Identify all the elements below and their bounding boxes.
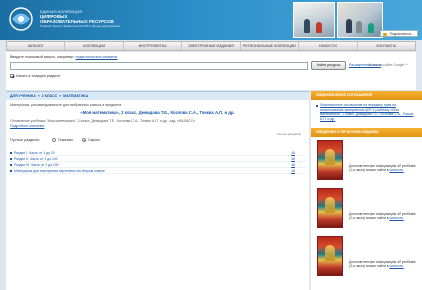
subscribe-label: Подписаться...: [389, 32, 414, 36]
book-item: Дополнительную информацию об учебнике (3…: [311, 233, 422, 281]
catalog-link[interactable]: каталоге.: [389, 168, 403, 172]
sections-header: Пустые разделы: Показать Скрыть Кол-во р…: [10, 132, 305, 149]
book-info: Дополнительную информацию об учебнике (3…: [349, 260, 419, 268]
nav-e-publications[interactable]: ЭЛЕКТРОННЫЕ ИЗДАНИЯ: [182, 42, 241, 50]
book-info-text: Дополнительную информацию об учебнике (1…: [349, 164, 416, 173]
collection-label: ЕДИНАЯ КОЛЛЕКЦИЯ: [40, 9, 83, 14]
site-logo[interactable]: [6, 6, 36, 32]
search-panel: Введите поисковый запрос, например: педа…: [6, 52, 416, 90]
section-count[interactable]: 16: [291, 168, 295, 174]
rss-icon: [383, 32, 388, 36]
book-info-text: Дополнительную информацию об учебнике (2…: [349, 212, 416, 221]
nav-regional-collections[interactable]: РЕГИОНАЛЬНЫЕ КОЛЛЕКЦИИ: [241, 42, 300, 50]
sections-list: Раздел I. Часть от 1 до 20 46 Раздел II.…: [10, 150, 305, 174]
bullet-icon: [316, 105, 318, 107]
header-photo-1: [293, 2, 335, 38]
nav-catalog[interactable]: КАТАЛОГ: [7, 42, 66, 50]
bullet-icon: [10, 158, 12, 160]
nav-tools[interactable]: ИНСТРУМЕНТЫ: [124, 42, 183, 50]
nav-news[interactable]: НОВОСТИ: [299, 42, 358, 50]
catalog-link[interactable]: каталоге.: [389, 216, 403, 220]
search-in-section-checkbox[interactable]: [10, 74, 14, 78]
search-in-section[interactable]: Искать в текущем разделе: [10, 74, 60, 78]
book-info: Дополнительную информацию об учебнике (2…: [349, 212, 419, 220]
section-label[interactable]: Раздел I. Часть от 1 до 20: [14, 151, 55, 155]
catalog-link[interactable]: каталоге.: [389, 264, 403, 268]
search-in-section-label: Искать в текущем разделе: [16, 74, 61, 78]
book-item: Дополнительную информацию об учебнике (1…: [311, 137, 422, 185]
page-title: «Моя математика», 2 класс, Демидова Т.Е.…: [80, 110, 235, 115]
book-cover[interactable]: [317, 140, 343, 180]
hide-radio-button[interactable]: [82, 138, 86, 142]
bullet-icon: [10, 170, 12, 172]
book-info-text: Дополнительную информацию об учебнике (3…: [349, 260, 416, 269]
main-content: ДЛЯ УЧЕНИКА » 2 КЛАСС » МАТЕМАТИКА Матер…: [6, 91, 309, 290]
site-subtitle: Первый Проект Правительства РФ и Фонда о…: [40, 24, 120, 28]
page-description: Материалы, рекомендованные для выбранных…: [10, 103, 122, 107]
section-label[interactable]: Раздел III. Часть от 1 до 100: [14, 163, 59, 167]
breadcrumb-separator: »: [37, 94, 40, 98]
collection-logo-icon: [9, 7, 33, 31]
subscribe-button[interactable]: Подписаться...: [380, 30, 418, 37]
license-agreement-heading: ЛИЦЕНЗИОННОЕ СОГЛАШЕНИЕ: [311, 91, 422, 100]
search-example-link[interactable]: педагогическое развитие: [76, 55, 118, 59]
nav-contacts[interactable]: КОНТАКТЫ: [358, 42, 415, 50]
license-agreement-link[interactable]: Лицензионное соглашение на передачу прав…: [311, 100, 422, 128]
hide-radio[interactable]: Скрыть: [82, 138, 100, 142]
license-agreement-text[interactable]: Лицензионное соглашение на передачу прав…: [320, 103, 413, 121]
book-cover[interactable]: [317, 188, 343, 228]
breadcrumb-students[interactable]: ДЛЯ УЧЕНИКА: [10, 94, 36, 98]
bullet-icon: [10, 152, 12, 154]
show-radio-button[interactable]: [52, 138, 56, 142]
breadcrumb-separator: »: [59, 94, 62, 98]
search-input[interactable]: [10, 62, 308, 70]
show-radio[interactable]: Показать: [52, 138, 73, 142]
section-label[interactable]: Раздел II. Часть от 1 до 100: [14, 157, 58, 161]
print-edition-heading: СВЕДЕНИЯ О ПЕЧАТНОМ ИЗДАНИИ: [311, 128, 422, 137]
breadcrumb: ДЛЯ УЧЕНИКА » 2 КЛАСС » МАТЕМАТИКА: [6, 91, 309, 100]
header-photo-2: [337, 2, 383, 38]
book-cover[interactable]: [317, 236, 343, 276]
breadcrumb-subject[interactable]: МАТЕМАТИКА: [63, 94, 88, 98]
section-label[interactable]: Материалы для повторения изученного во в…: [14, 169, 105, 173]
resource-count-header: Кол-во ресурсов: [277, 132, 301, 136]
bullet-icon: [10, 164, 12, 166]
site-header: ЕДИНАЯ КОЛЛЕКЦИЯ ЦИФРОВЫХ ОБРАЗОВАТЕЛЬНЫ…: [0, 0, 422, 40]
book-info: Дополнительную информацию об учебнике (1…: [349, 164, 419, 172]
search-hint-text: Введите поисковый запрос, например:: [10, 55, 75, 59]
search-button[interactable]: Найти ресурсы: [311, 61, 346, 70]
main-nav: КАТАЛОГ КОЛЛЕКЦИИ ИНСТРУМЕНТЫ ЭЛЕКТРОННЫ…: [6, 41, 416, 51]
list-item[interactable]: Материалы для повторения изученного во в…: [10, 168, 305, 174]
breadcrumb-grade[interactable]: 2 КЛАСС: [42, 94, 57, 98]
hide-label: Скрыть: [88, 138, 101, 142]
search-hint: Введите поисковый запрос, например: педа…: [10, 55, 118, 59]
show-label: Показать: [58, 138, 74, 142]
google-search-label: поиск на сайте Google™: [369, 63, 408, 67]
more-details-link[interactable]: Подробное описание: [10, 124, 305, 129]
textbook-description-text: Оглавление учебника "Моя математика", 2 …: [10, 119, 196, 123]
textbook-description: Оглавление учебника "Моя математика", 2 …: [10, 119, 305, 129]
site-title: ЕДИНАЯ КОЛЛЕКЦИЯ ЦИФРОВЫХ ОБРАЗОВАТЕЛЬНЫ…: [40, 9, 120, 29]
empty-sections-label: Пустые разделы:: [10, 138, 41, 142]
book-item: Дополнительную информацию об учебнике (2…: [311, 185, 422, 233]
nav-collections[interactable]: КОЛЛЕКЦИИ: [65, 42, 124, 50]
right-sidebar: ЛИЦЕНЗИОННОЕ СОГЛАШЕНИЕ Лицензионное сог…: [311, 91, 422, 290]
